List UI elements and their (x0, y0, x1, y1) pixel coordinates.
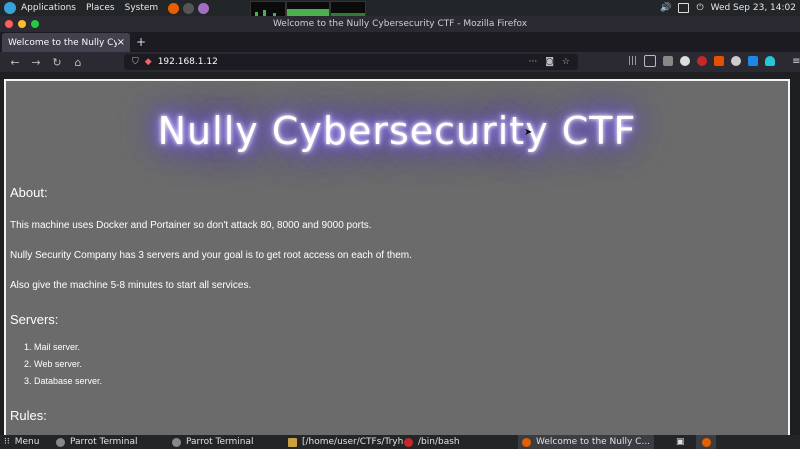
display-icon[interactable] (678, 3, 690, 13)
ublock-icon[interactable] (697, 56, 708, 66)
menu-hamburger-icon[interactable]: ≡ (792, 56, 800, 67)
sidebar-icon[interactable] (644, 55, 657, 67)
folder-icon (288, 437, 297, 447)
task-parrot-terminal-2[interactable]: Parrot Terminal (172, 435, 254, 449)
tab-label: Welcome to the Nully Cyber (8, 37, 117, 48)
back-arrow-icon[interactable]: ← (9, 56, 21, 69)
rules-heading: Rules: (10, 408, 47, 423)
pocket-icon[interactable]: ◙ (545, 57, 554, 67)
task-label: Welcome to the Nully C... (536, 437, 651, 447)
web-page-content: Nully Cybersecurity CTF ➤ About: This ma… (4, 79, 790, 439)
bookmark-star-icon[interactable]: ☆ (562, 57, 570, 67)
show-desktop-button[interactable]: ▣ (676, 435, 685, 449)
volume-icon[interactable]: 🔊 (660, 3, 671, 13)
tab-active[interactable]: Welcome to the Nully Cyber × (2, 33, 130, 52)
task-bash[interactable]: /bin/bash (404, 435, 460, 449)
applications-menu[interactable]: Applications (21, 3, 76, 13)
new-tab-icon[interactable]: + (136, 35, 146, 49)
page-actions-icon[interactable]: ··· (529, 57, 538, 67)
firefox-icon (522, 437, 531, 447)
firefox-launcher-icon[interactable] (168, 2, 180, 14)
bash-icon (404, 437, 413, 447)
task-label: Parrot Terminal (186, 437, 254, 447)
url-bar[interactable]: ⛉ ◆ 192.168.1.12 ··· ◙ ☆ (124, 54, 578, 70)
forward-arrow-icon[interactable]: → (30, 56, 42, 69)
terminal-icon (172, 437, 181, 447)
places-menu[interactable]: Places (86, 3, 115, 13)
window-titlebar[interactable]: Welcome to the Nully Cybersecurity CTF -… (0, 16, 800, 32)
close-tab-icon[interactable]: × (117, 37, 125, 48)
task-firefox[interactable]: Welcome to the Nully C... (518, 435, 655, 449)
navigation-toolbar: ← → ↻ ⌂ ⛉ ◆ 192.168.1.12 ··· ◙ ☆ ||| ≡ (0, 52, 800, 72)
terminal-launcher-icon[interactable] (183, 2, 195, 14)
home-icon[interactable]: ⌂ (72, 56, 84, 69)
task-parrot-terminal-1[interactable]: Parrot Terminal (56, 435, 138, 449)
task-label: [/home/user/CTFs/Tryh... (302, 437, 412, 447)
network-monitor-graph (330, 1, 366, 17)
system-top-panel: Applications Places System 🔊 ⏻ Wed Sep 2… (0, 0, 800, 17)
terminal-icon (56, 437, 65, 447)
task-file-manager[interactable]: [/home/user/CTFs/Tryh... (288, 435, 412, 449)
shield-icon[interactable]: ⛉ (132, 57, 139, 67)
task-label: /bin/bash (418, 437, 460, 447)
library-icon[interactable]: ||| (628, 56, 637, 66)
cloud-icon[interactable] (765, 56, 776, 66)
list-item: Database server. (34, 373, 102, 390)
page-hero-title: Nully Cybersecurity CTF (157, 109, 637, 153)
about-line-2: Nully Security Company has 3 servers and… (10, 250, 412, 261)
desktop-icon: ▣ (676, 437, 685, 447)
mouse-cursor-icon: ➤ (524, 127, 533, 138)
servers-heading: Servers: (10, 312, 59, 327)
reload-icon[interactable]: ↻ (51, 56, 63, 69)
app-launcher-icon[interactable] (198, 2, 210, 14)
about-heading: About: (10, 185, 48, 200)
extension-icon[interactable] (680, 56, 691, 66)
system-tray: 🔊 ⏻ Wed Sep 23, 14:02 (660, 0, 796, 16)
workspace-switcher[interactable] (696, 435, 716, 449)
cookie-editor-icon[interactable] (748, 56, 759, 66)
clock[interactable]: Wed Sep 23, 14:02 (711, 3, 796, 13)
taskbar-menu-button[interactable]: ⁝⁝ Menu (4, 435, 39, 449)
workspace-firefox-icon (701, 437, 711, 447)
list-item: Web server. (34, 356, 102, 373)
servers-list: Mail server. Web server. Database server… (22, 339, 102, 390)
extension-puzzle-icon[interactable] (663, 56, 674, 66)
bottom-taskbar: ⁝⁝ Menu Parrot Terminal Parrot Terminal … (0, 435, 800, 449)
grid-menu-icon: ⁝⁝ (4, 437, 10, 447)
cpu-monitor-graph (250, 1, 286, 17)
url-text[interactable]: 192.168.1.12 (158, 57, 218, 67)
power-icon[interactable]: ⏻ (696, 3, 703, 13)
wappalyzer-icon[interactable] (731, 56, 742, 66)
insecure-lock-icon[interactable]: ◆ (145, 57, 152, 67)
extensions-toolbar: ||| ≡ (628, 55, 800, 67)
about-line-3: Also give the machine 5-8 minutes to sta… (10, 280, 252, 291)
system-menu[interactable]: System (125, 3, 159, 13)
foxyproxy-icon[interactable] (714, 56, 725, 66)
about-line-1: This machine uses Docker and Portainer s… (10, 220, 372, 231)
list-item: Mail server. (34, 339, 102, 356)
task-label: Parrot Terminal (70, 437, 138, 447)
window-title: Welcome to the Nully Cybersecurity CTF -… (272, 19, 528, 29)
tab-bar: Welcome to the Nully Cyber × + (0, 32, 800, 52)
parrot-logo-icon[interactable] (4, 2, 16, 14)
memory-monitor-graph (286, 1, 330, 17)
taskbar-menu-label: Menu (14, 437, 40, 447)
